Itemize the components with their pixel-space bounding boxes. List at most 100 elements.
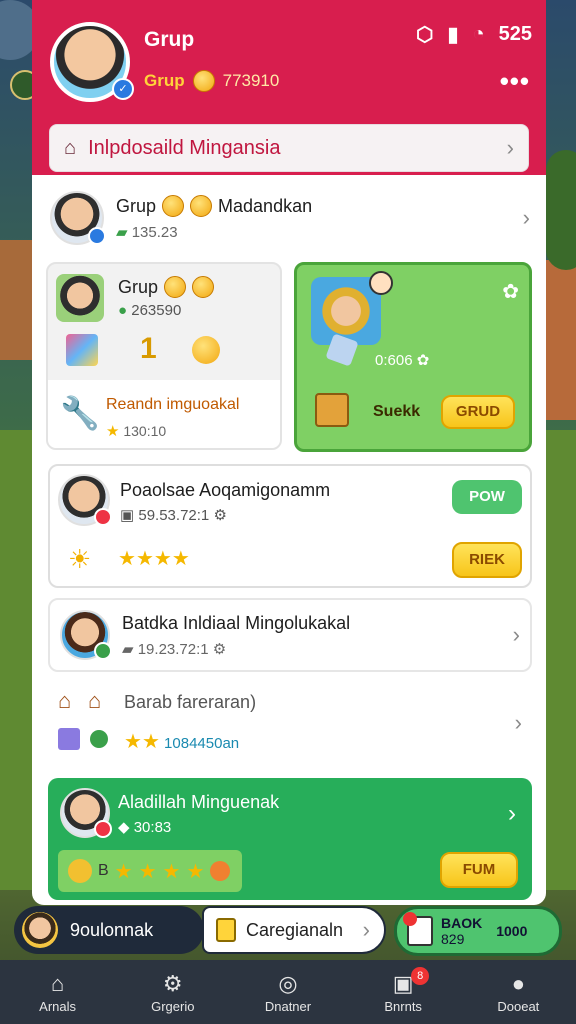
star-icon: ★ <box>118 548 136 570</box>
avatar <box>60 788 112 838</box>
reward-section: 🔧 Reandn imguoakal ★ 130:10 <box>48 380 280 448</box>
book-extra: 1000 <box>496 923 528 939</box>
nav-item-arnals[interactable]: ⌂ Arnals <box>8 971 108 1014</box>
nav-label: Dooeat <box>497 998 540 1014</box>
grud-button[interactable]: GRUD <box>441 395 515 429</box>
star-icon: ★ <box>141 731 160 753</box>
gem-icon: ● <box>118 302 128 319</box>
barab-row[interactable]: ⌂ ⌂ Barab fareraran) ★★ 1084450an › <box>48 676 532 770</box>
coin-icon <box>210 861 231 881</box>
category-pill[interactable]: Caregianaln › <box>202 906 386 954</box>
pow-button[interactable]: POW <box>452 480 522 514</box>
box-icon: ▣ <box>120 507 135 524</box>
player-pill[interactable]: 9oulonnak <box>14 906 204 954</box>
chevron-right-icon: › <box>506 135 514 160</box>
green-card-title: Aladillah Minguenak <box>118 792 280 812</box>
star-icon: ★ <box>153 548 172 570</box>
more-menu-icon[interactable]: ••• <box>500 66 530 97</box>
event-card[interactable]: Poaolsae Aoqamigonamm ▣ 59.53.72:1 ⚙ POW… <box>48 464 532 588</box>
coin-icon <box>192 70 215 92</box>
barab-title: Barab fareraran) <box>124 692 257 712</box>
reward-value: 130:10 <box>123 423 167 439</box>
background-tree <box>546 150 576 270</box>
group-avatar <box>56 274 104 322</box>
rating-strip: B ★ ★ ★ ★ <box>58 850 242 892</box>
friend-score: 135.23 <box>131 224 178 241</box>
battery-icon: ▮ <box>447 24 459 46</box>
home-icon: ⌂ <box>50 970 65 996</box>
barab-score: 1084450an <box>164 735 240 752</box>
bottom-nav: ⌂ Arnals ⚙ Grgerio ◎ Dnatner ▣ 8 Bnrnts … <box>0 960 576 1024</box>
background-house <box>544 260 576 420</box>
book-icon <box>403 912 433 946</box>
banner-bar[interactable]: ⌂ Inlpdosaild Mingansia › <box>49 124 529 172</box>
nav-label: Grgerio <box>151 998 195 1014</box>
wifi-icon: ◔ <box>472 23 485 45</box>
status-bar: ⬡ ▮ ◔ 525 <box>416 22 532 47</box>
friend-row[interactable]: Grup Madandkan ▰ 135.23 › <box>50 188 530 248</box>
house-icon: ⌂ <box>58 688 72 713</box>
badge-icon <box>90 730 108 748</box>
fum-button[interactable]: FUM <box>440 852 518 888</box>
star-rating: ★★★★ <box>118 546 190 571</box>
settings-icon: ⚙ <box>212 640 227 658</box>
riek-button[interactable]: RIEK <box>452 542 522 578</box>
player-name: 9oulonnak <box>70 919 154 940</box>
player-avatar <box>22 912 58 948</box>
category-label: Caregianaln <box>246 919 344 940</box>
main-panel: ✓ Grup Grup 773910 ⬡ ▮ ◔ 525 ••• ⌂ Inlpd… <box>32 0 546 905</box>
star-icon: ★ <box>186 860 205 883</box>
gem-icon: ◆ <box>118 819 130 836</box>
star-icon: ★ <box>135 548 154 570</box>
coin-icon <box>164 276 187 298</box>
bottom-pill-bar: 9oulonnak Caregianaln › BAOK 829 1000 <box>14 906 562 956</box>
group-score: 263590 <box>131 302 182 319</box>
coin-icon <box>192 276 215 298</box>
green-card[interactable]: Aladillah Minguenak ◆ 30:83 › B ★ ★ ★ ★ FUM <box>48 778 532 900</box>
compass-icon: ◎ <box>278 970 298 996</box>
document-icon <box>216 918 236 942</box>
center-value: 1 <box>140 332 157 365</box>
nav-item-bnrnts[interactable]: ▣ 8 Bnrnts <box>353 966 453 1014</box>
banner-text: Inlpdosaild Mingansia <box>88 136 281 159</box>
star-icon: ★ <box>114 860 133 883</box>
book-pill[interactable]: BAOK 829 1000 <box>394 906 562 956</box>
settings-icon: ⚙ <box>213 507 227 524</box>
home-icon: ⌂ <box>64 136 77 159</box>
nav-item-grgerio[interactable]: ⚙ Grgerio <box>123 971 223 1014</box>
sun-icon: ☀ <box>68 544 92 574</box>
status-time: 525 <box>498 23 532 45</box>
verified-badge-icon: ✓ <box>112 78 134 100</box>
nav-item-dnatner[interactable]: ◎ Dnatner <box>238 971 338 1014</box>
batdka-row[interactable]: Batdka Inldiaal Mingolukakal ▰ 19.23.72:… <box>48 598 532 672</box>
star-icon: ★ <box>138 860 157 883</box>
avatar <box>50 191 106 245</box>
profile-icon: ● <box>511 970 525 996</box>
event-score: 59.53.72:1 <box>138 507 210 524</box>
gem-icon <box>58 728 80 750</box>
chevron-right-icon: › <box>514 710 522 735</box>
treasure-chest-icon <box>315 393 349 427</box>
quest-label: Suekk <box>373 403 421 420</box>
building-icons: ⌂ ⌂ <box>58 688 118 758</box>
profile-title: Grup <box>144 28 195 51</box>
nav-label: Bnrnts <box>384 998 422 1014</box>
avatar <box>58 474 112 526</box>
reward-title: Reandn imguoakal <box>106 396 240 413</box>
book-value: 829 <box>441 931 465 947</box>
star-icon: ★ <box>124 731 142 753</box>
chevron-right-icon: › <box>508 800 516 827</box>
group-card[interactable]: Grup ● 263590 1 🔧 Reandn imguoakal ★ 130… <box>46 262 282 450</box>
quest-timer: 0:606 <box>375 352 413 369</box>
batdka-title: Batdka Inldiaal Mingolukakal <box>122 612 351 633</box>
coin-icon <box>190 195 213 217</box>
batdka-score: 19.23.72:1 <box>137 640 209 658</box>
nav-item-dooeat[interactable]: ● Dooeat <box>468 971 568 1014</box>
clover-icon[interactable]: ✿ <box>502 279 519 304</box>
nav-label: Arnals <box>39 998 77 1014</box>
star-icon: ★ <box>171 548 190 570</box>
nav-label: Dnatner <box>264 998 312 1014</box>
friend-name-2: Madandkan <box>218 195 313 216</box>
quest-card[interactable]: ✿ 0:606 ✿ Suekk GRUD <box>294 262 532 452</box>
coin-icon <box>162 195 185 217</box>
